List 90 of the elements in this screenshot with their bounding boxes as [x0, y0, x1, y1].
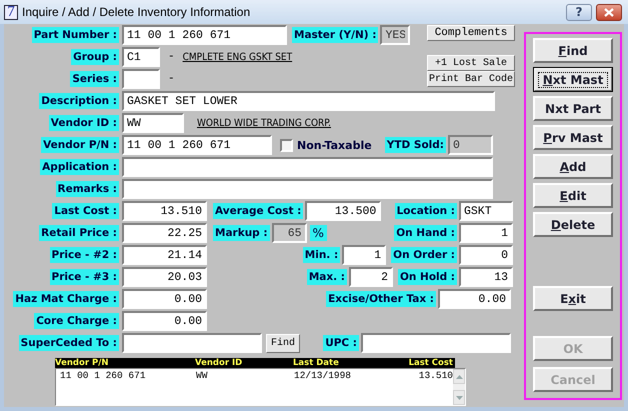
down-arrow-icon — [456, 396, 462, 400]
button[interactable]: Nxt Mast — [533, 67, 613, 92]
field-label: Max. : — [306, 269, 347, 285]
input-field[interactable]: 13 — [459, 267, 513, 287]
field-label: Vendor ID : — [48, 115, 119, 131]
input-field[interactable] — [122, 69, 160, 89]
table-cell-text: 12/13/1998 — [294, 370, 352, 381]
field-label: On Hand : — [394, 225, 457, 241]
field-label: Group : — [71, 49, 119, 65]
unit-label: % — [310, 225, 327, 241]
field-label: On Order : — [391, 247, 457, 263]
input-field[interactable]: 21.14 — [122, 245, 207, 265]
field-label: Location : — [394, 203, 457, 219]
window-title: Inquire / Add / Delete Inventory Information — [22, 5, 250, 19]
input-field[interactable]: GSKT — [459, 201, 513, 221]
field-label: Series : — [70, 71, 119, 87]
input-field[interactable] — [361, 333, 511, 353]
input-field[interactable]: 0.00 — [122, 289, 207, 309]
up-arrow-icon — [456, 374, 462, 378]
button[interactable]: Complements — [427, 25, 515, 41]
close-button[interactable] — [596, 4, 622, 20]
checkbox[interactable] — [280, 138, 293, 152]
field-label: Haz Mat Charge : — [13, 291, 119, 307]
field-label: Application : — [40, 159, 119, 175]
column-header: Vendor ID — [195, 358, 244, 368]
field-label: Last Cost : — [52, 203, 119, 219]
input-field[interactable]: 65 — [272, 223, 307, 243]
field-label: Vendor P/N : — [41, 137, 119, 153]
field-label: Remarks : — [56, 181, 119, 197]
button[interactable]: Exit — [533, 286, 613, 311]
field-label: Markup : — [213, 225, 270, 241]
button[interactable]: Add — [533, 154, 613, 179]
button[interactable]: Nxt Part — [533, 96, 613, 121]
input-field[interactable]: 1 — [342, 245, 386, 265]
input-field[interactable]: C1 — [122, 47, 160, 67]
input-field[interactable]: 11 00 1 260 671 — [122, 25, 287, 45]
input-field[interactable]: 0.00 — [438, 289, 511, 309]
dash-text: - — [168, 73, 175, 85]
input-field[interactable] — [122, 179, 493, 199]
input-field[interactable]: 0 — [448, 135, 493, 155]
table-cell-text: WW — [196, 370, 208, 381]
button[interactable]: Print Bar Code — [427, 71, 515, 87]
table-cell-text: 11 00 1 260 671 — [60, 370, 147, 381]
scroll-down-button[interactable] — [453, 390, 465, 405]
field-label: Core Charge : — [34, 313, 119, 329]
link[interactable]: CMPLETE ENG GSKT SET — [182, 52, 292, 62]
input-field[interactable] — [122, 157, 493, 177]
app-icon: 7 — [4, 4, 18, 20]
button[interactable]: Find — [266, 334, 300, 352]
input-field[interactable]: YES — [380, 25, 410, 45]
field-label: Min. : — [302, 247, 340, 263]
column-header: Vendor P/N — [55, 358, 110, 368]
field-label: Retail Price : — [39, 225, 119, 241]
input-field[interactable]: GASKET SET LOWER — [122, 91, 495, 111]
scroll-up-button[interactable] — [453, 369, 465, 384]
input-field[interactable]: 1 — [459, 223, 513, 243]
field-label: Price - #2 : — [50, 247, 119, 263]
field-label: YTD Sold: — [384, 137, 446, 153]
input-field[interactable]: 0.00 — [122, 311, 207, 331]
field-label: Average Cost : — [213, 203, 304, 219]
close-icon — [604, 8, 614, 16]
input-field[interactable]: 22.25 — [122, 223, 207, 243]
input-field[interactable]: 13.510 — [122, 201, 207, 221]
field-label: Price - #3 : — [50, 269, 119, 285]
field-label: Excise/Other Tax : — [326, 291, 436, 307]
button[interactable]: Prv Mast — [533, 125, 613, 150]
input-field[interactable]: 20.03 — [122, 267, 207, 287]
field-label: Master (Y/N) : — [292, 27, 378, 43]
button[interactable]: Delete — [533, 212, 613, 237]
help-button[interactable]: ? — [566, 4, 592, 20]
field-label: Part Number : — [32, 27, 119, 43]
link[interactable]: WORLD WIDE TRADING CORP. — [197, 118, 332, 128]
table-cell-text: 13.510 — [418, 370, 453, 381]
button[interactable]: Find — [533, 38, 613, 63]
input-field[interactable]: WW — [122, 113, 184, 133]
field-label: SuperCeded To : — [18, 335, 119, 351]
input-field[interactable]: 2 — [348, 267, 393, 287]
column-header: Last Cost — [408, 358, 453, 368]
input-field[interactable]: 11 00 1 260 671 — [122, 135, 272, 155]
field-label: UPC : — [323, 335, 359, 351]
dash-text: - — [168, 51, 175, 63]
input-field[interactable]: 0 — [459, 245, 513, 265]
checkbox-label: Non-Taxable — [297, 138, 372, 152]
field-label: On Hold : — [398, 269, 457, 285]
button[interactable]: +1 Lost Sale — [427, 55, 515, 71]
field-label: Description : — [39, 93, 119, 109]
input-field[interactable] — [122, 333, 262, 353]
button[interactable]: Edit — [533, 183, 613, 208]
input-field[interactable]: 13.500 — [305, 201, 382, 221]
column-header: Last Date — [293, 358, 340, 368]
